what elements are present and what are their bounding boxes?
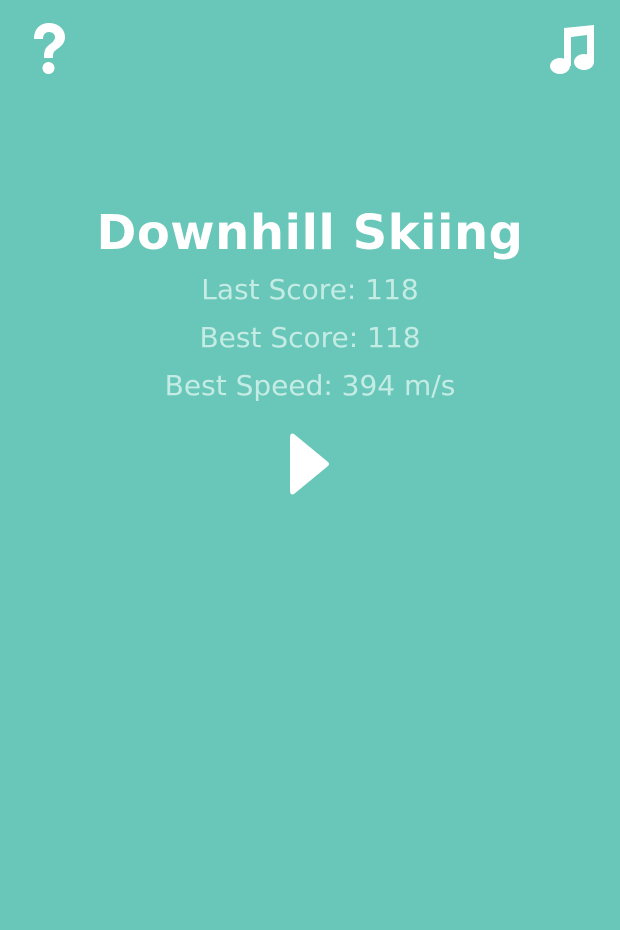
- game-title: Downhill Skiing: [96, 205, 524, 261]
- help-button[interactable]: [28, 22, 70, 76]
- music-note-icon: [550, 25, 594, 74]
- best-score-label: Best Score: 118: [199, 321, 421, 354]
- question-mark-icon: [34, 23, 65, 74]
- play-button[interactable]: [286, 430, 334, 500]
- last-score-label: Last Score: 118: [201, 273, 419, 306]
- music-button[interactable]: [548, 22, 598, 76]
- play-icon: [290, 433, 329, 495]
- best-speed-label: Best Speed: 394 m/s: [164, 369, 456, 402]
